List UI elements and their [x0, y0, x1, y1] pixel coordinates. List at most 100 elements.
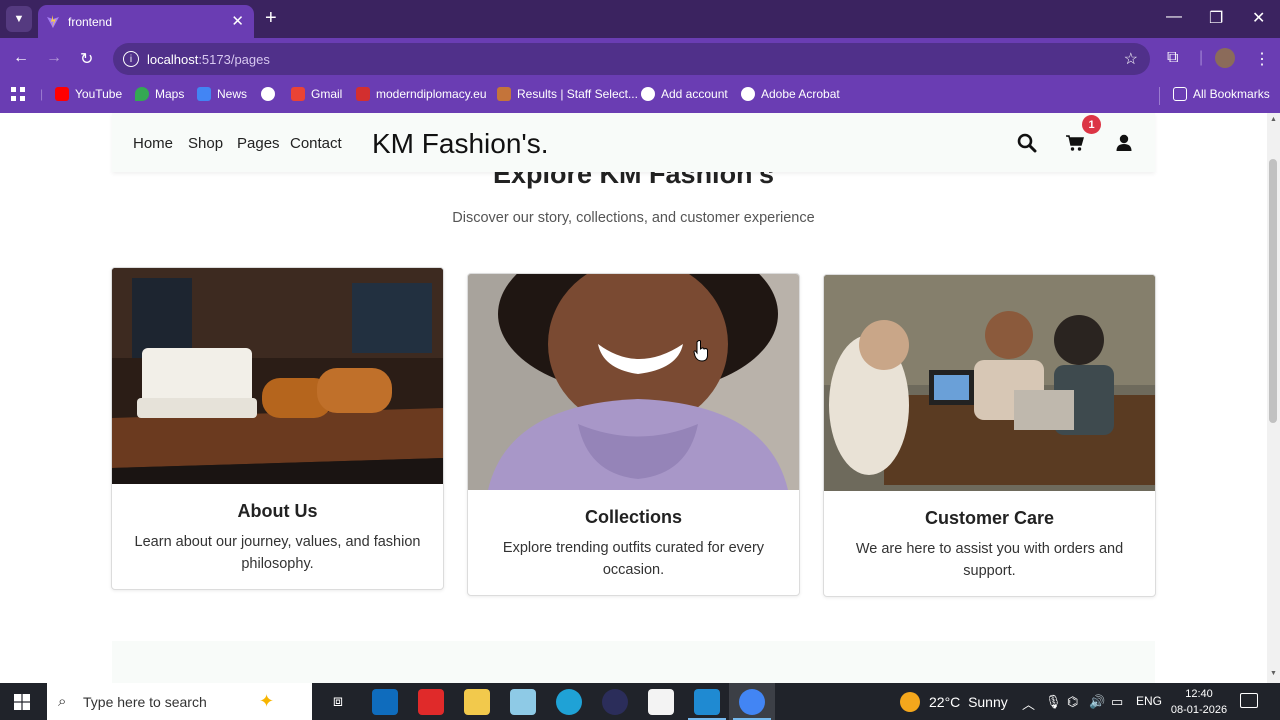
page-subtitle: Discover our story, collections, and cus… — [452, 210, 815, 226]
reload-icon[interactable]: ↻ — [80, 49, 93, 69]
chevron-down-icon: ▼ — [13, 13, 25, 25]
nav-shop[interactable]: Shop — [188, 135, 223, 152]
youtube-icon — [55, 87, 69, 101]
scroll-down-icon[interactable]: ▼ — [1270, 670, 1277, 677]
search-icon[interactable] — [1017, 133, 1037, 153]
toolbar-divider: | — [1199, 49, 1204, 66]
gmail-icon — [291, 87, 305, 101]
close-tab-icon[interactable]: ✕ — [231, 12, 244, 30]
moderndiplomacy-icon — [356, 87, 370, 101]
forward-icon[interactable]: → — [46, 49, 62, 67]
bookmark-star-icon[interactable]: ☆ — [1124, 49, 1138, 69]
minimize-button[interactable]: — — [1166, 8, 1182, 26]
news-icon — [197, 87, 211, 101]
hand-cursor-icon — [693, 340, 708, 362]
page-scrollbar[interactable]: ▲ ▼ — [1267, 113, 1280, 683]
taskbar-search-input[interactable]: ⌕ Type here to search ✦ — [47, 683, 312, 720]
bookmark-moderndiplomacy[interactable]: moderndiplomacy.eu — [356, 87, 487, 101]
brand-logo[interactable]: KM Fashion's. — [372, 128, 549, 160]
microphone-icon[interactable]: 🎙 — [1045, 694, 1062, 710]
about-us-image — [112, 268, 443, 484]
customer-care-image — [824, 275, 1155, 491]
system-clock[interactable]: 12:40 08-01-2026 — [1165, 686, 1233, 718]
url-path: :5173/pages — [198, 51, 270, 67]
bookmark-results[interactable]: Results | Staff Select... — [497, 87, 638, 101]
cart-count-badge: 1 — [1082, 115, 1101, 134]
notifications-icon[interactable] — [1240, 693, 1258, 708]
wps-office-icon[interactable] — [418, 689, 444, 715]
back-icon[interactable]: ← — [13, 49, 29, 67]
nav-contact[interactable]: Contact — [290, 135, 342, 152]
bookmarks-divider — [1159, 87, 1160, 105]
file-explorer-icon[interactable] — [464, 689, 490, 715]
cart-icon[interactable] — [1065, 133, 1085, 153]
scroll-up-icon[interactable]: ▲ — [1270, 116, 1277, 123]
weather-widget[interactable]: 22°C Sunny — [900, 692, 1008, 712]
chrome-icon — [739, 689, 765, 715]
outlook-icon[interactable] — [372, 689, 398, 715]
address-bar[interactable]: i localhost:5173/pages ☆ — [113, 43, 1150, 75]
card-collections[interactable]: Collections Explore trending outfits cur… — [467, 273, 800, 596]
card-title: About Us — [237, 501, 318, 521]
extensions-icon[interactable]: ⧉ — [1167, 49, 1178, 67]
bookmark-globe[interactable] — [261, 87, 281, 101]
bookmarks-divider: | — [40, 87, 44, 101]
task-view-icon[interactable]: ⧈ — [325, 689, 351, 715]
tab-strip: ▼ frontend ✕ + — ❐ ✕ — [0, 0, 1280, 38]
toolbar: ← → ↻ i localhost:5173/pages ☆ ⧉ | ⋮ — [0, 38, 1280, 80]
card-title: Collections — [584, 507, 682, 527]
bookmark-add-account[interactable]: Add account — [641, 87, 728, 101]
chrome-taskbar-button[interactable] — [729, 683, 775, 720]
bookmark-maps[interactable]: Maps — [135, 87, 184, 101]
card-text: Explore trending outfits curated for eve… — [502, 540, 765, 578]
bookmarks-bar: | YouTube Maps News Gmail moderndiplomac… — [0, 80, 1280, 113]
scrollbar-thumb[interactable] — [1269, 159, 1277, 423]
nav-home[interactable]: Home — [133, 135, 173, 152]
browser-tab[interactable]: frontend ✕ — [38, 5, 254, 38]
maps-icon — [135, 87, 149, 101]
bookmark-news[interactable]: News — [197, 87, 247, 101]
edge-icon[interactable] — [556, 689, 582, 715]
eclipse-icon[interactable] — [602, 689, 628, 715]
language-indicator[interactable]: ENG — [1136, 694, 1162, 708]
windows-taskbar: ⌕ Type here to search ✦ ⧈ 22°C Sunny ︿ 🎙… — [0, 683, 1280, 720]
all-bookmarks[interactable]: All Bookmarks — [1173, 87, 1270, 101]
globe-icon — [261, 87, 275, 101]
chevron-up-icon[interactable]: ︿ — [1022, 694, 1035, 713]
url-host: localhost — [147, 51, 199, 67]
taskbar-search-placeholder: Type here to search — [83, 693, 207, 710]
close-window-button[interactable]: ✕ — [1252, 8, 1265, 28]
sun-icon — [900, 692, 920, 712]
card-customer-care[interactable]: Customer Care We are here to assist you … — [823, 274, 1156, 597]
new-tab-button[interactable]: + — [265, 8, 277, 28]
profile-avatar[interactable] — [1215, 48, 1235, 68]
restore-button[interactable]: ❐ — [1209, 8, 1223, 28]
tab-search-button[interactable]: ▼ — [6, 6, 32, 32]
notes-app-icon[interactable] — [510, 689, 536, 715]
collections-image — [468, 274, 799, 490]
tab-title: frontend — [68, 14, 113, 29]
bookmark-youtube[interactable]: YouTube — [55, 87, 122, 101]
vite-favicon-icon — [46, 14, 60, 29]
bookmark-gmail[interactable]: Gmail — [291, 87, 342, 101]
globe-icon — [741, 87, 755, 101]
card-about-us[interactable]: About Us Learn about our journey, values… — [111, 267, 444, 590]
microsoft-store-icon[interactable] — [648, 689, 674, 715]
network-icon[interactable]: ⌬ — [1067, 694, 1078, 710]
apps-grid-icon[interactable] — [11, 87, 25, 101]
card-text: We are here to assist you with orders an… — [855, 541, 1124, 579]
volume-icon[interactable]: 🔊 — [1089, 694, 1105, 710]
nav-pages[interactable]: Pages — [237, 135, 280, 152]
battery-icon[interactable]: ▭ — [1111, 694, 1123, 710]
site-info-icon[interactable]: i — [123, 51, 139, 67]
menu-kebab-icon[interactable]: ⋮ — [1254, 49, 1270, 69]
windows-start-icon[interactable] — [14, 694, 30, 710]
site-navbar: Home Shop Pages Contact KM Fashion's. 1 — [112, 113, 1155, 172]
user-icon[interactable] — [1114, 133, 1134, 153]
vscode-icon[interactable] — [694, 689, 720, 715]
page-viewport: Explore KM Fashion's Discover our story,… — [0, 113, 1267, 683]
folder-icon — [1173, 87, 1187, 101]
ssc-icon — [497, 87, 511, 101]
card-text: Learn about our journey, values, and fas… — [134, 534, 421, 572]
bookmark-adobe-acrobat[interactable]: Adobe Acrobat — [741, 87, 840, 101]
